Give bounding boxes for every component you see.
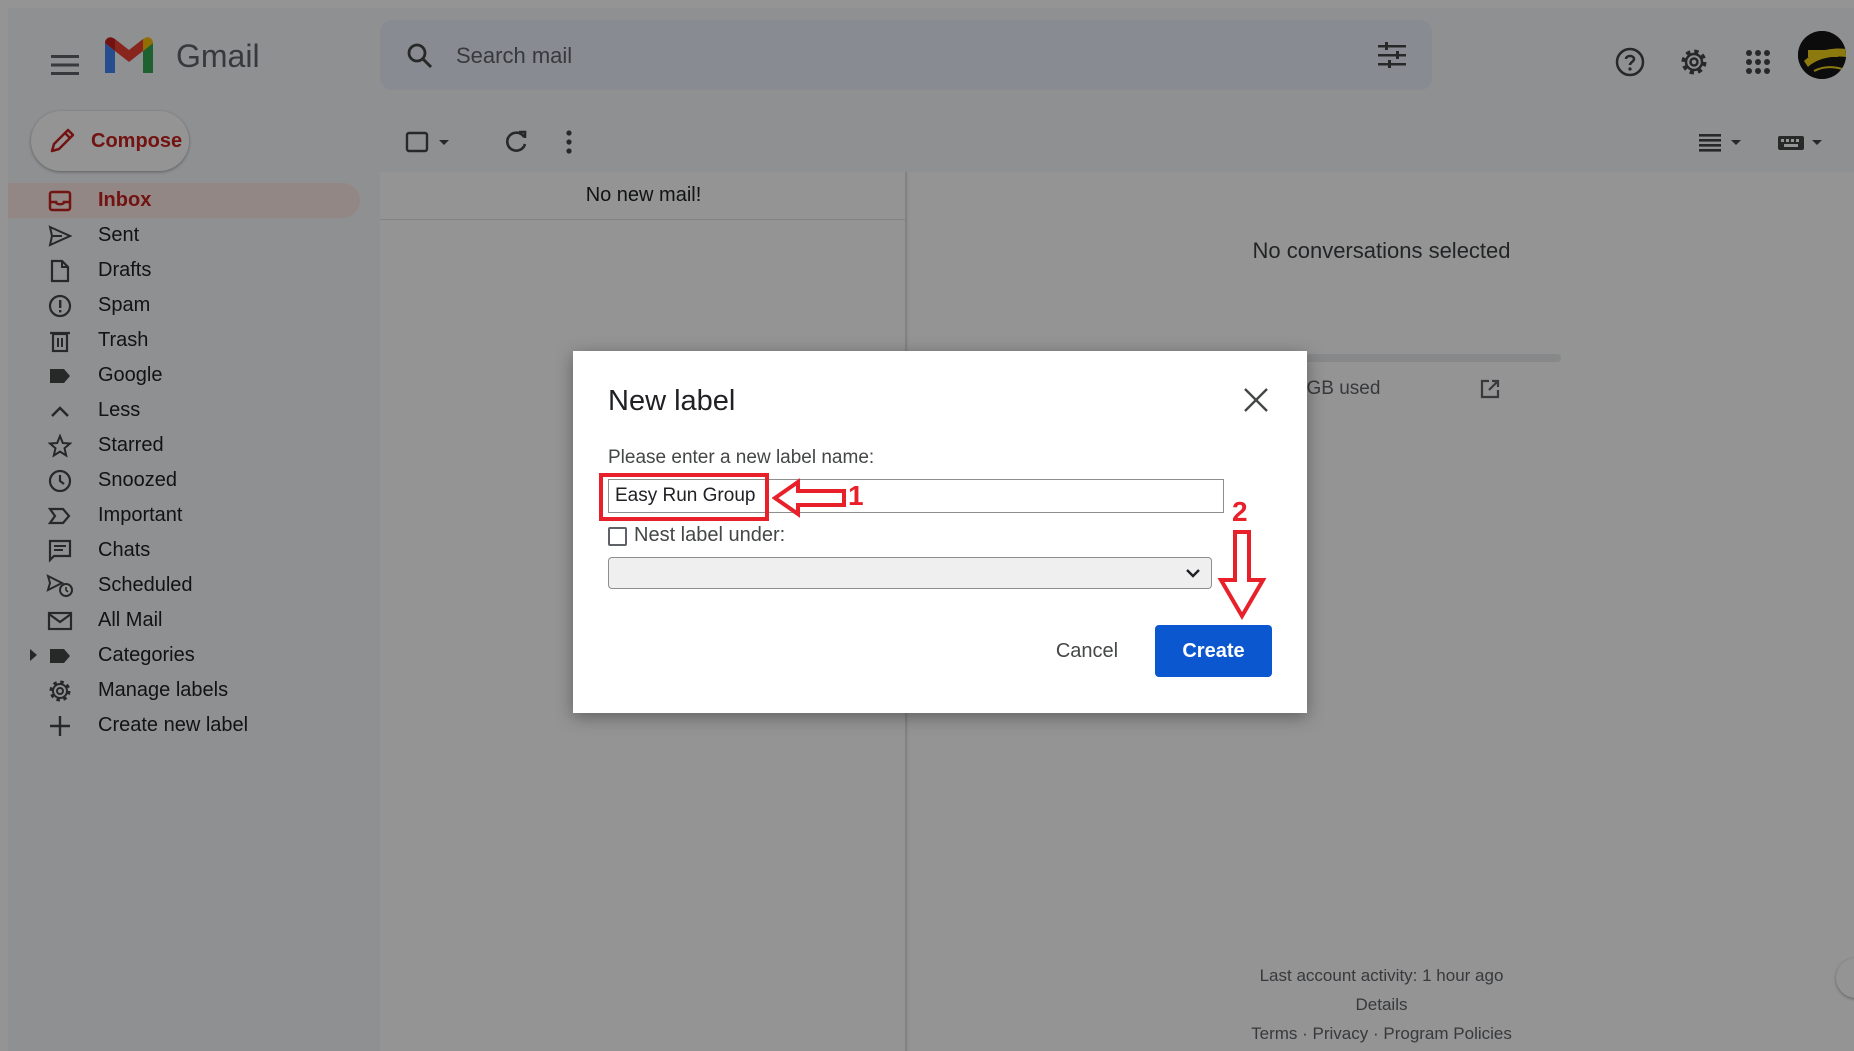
cancel-button[interactable]: Cancel [1039,625,1135,677]
annotation-step-1: 1 [848,480,864,511]
annotation-arrow-down [1216,530,1268,620]
chevron-down-icon [1185,567,1201,579]
create-button[interactable]: Create [1155,625,1272,677]
nest-label-checkbox[interactable] [608,527,627,546]
annotation-arrow-left [772,478,848,518]
parent-label-select[interactable] [608,557,1212,589]
label-name-prompt: Please enter a new label name: [608,447,875,468]
annotation-step-2: 2 [1232,496,1248,527]
annotation-highlight-box [599,473,769,521]
close-icon[interactable] [1239,383,1273,417]
nest-label-text: Nest label under: [634,524,786,546]
dialog-title: New label [608,385,736,417]
new-label-dialog: New label Please enter a new label name:… [573,351,1307,713]
